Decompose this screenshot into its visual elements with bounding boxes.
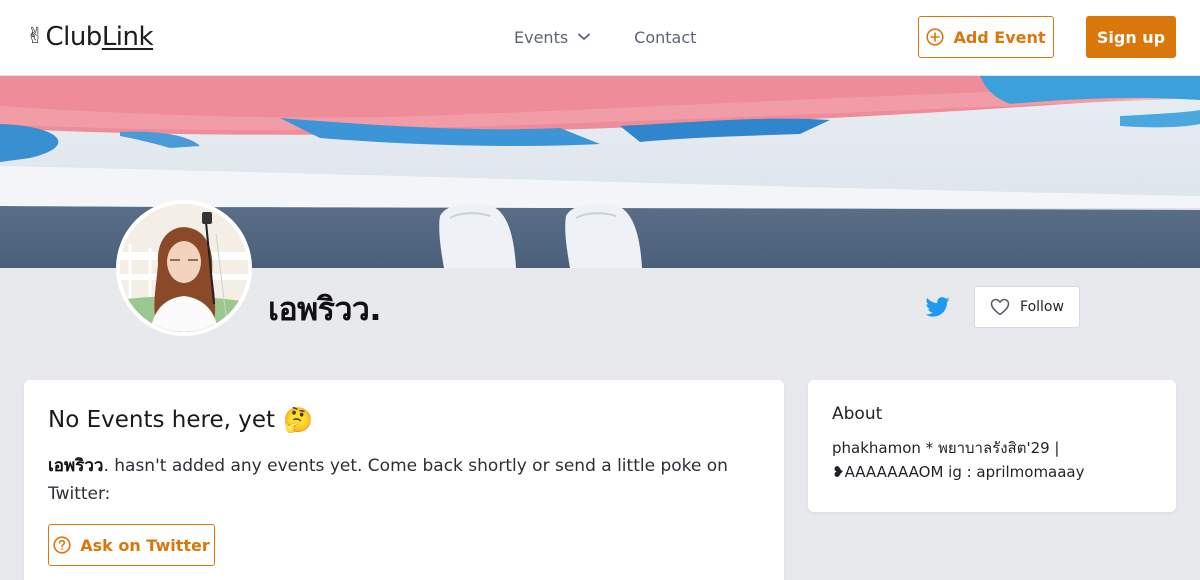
events-title-text: No Events here, yet	[48, 407, 276, 433]
twitter-icon[interactable]	[926, 296, 950, 318]
profile-name: เอพริวว.	[268, 290, 382, 328]
follow-label: Follow	[1020, 299, 1064, 315]
about-bio-text: phakhamon * พยาบาลรังสิต'29 | ❥AAAAAAAOM…	[832, 439, 1085, 481]
events-message-rest: . hasn't added any events yet. Come back…	[48, 456, 728, 504]
sign-up-label: Sign up	[1096, 27, 1166, 47]
plus-circle-icon	[926, 28, 945, 46]
ask-on-twitter-button[interactable]: Ask on Twitter	[48, 524, 215, 566]
heart-icon	[990, 298, 1010, 316]
clublink-logo[interactable]: ✌ ClubLink	[26, 20, 154, 54]
follow-button[interactable]: Follow	[974, 286, 1080, 328]
nav-contact-link[interactable]: Contact	[634, 24, 696, 50]
thinking-face-icon: 🤔	[283, 406, 313, 434]
events-empty-title: No Events here, yet 🤔	[48, 404, 760, 436]
logo-wordmark: ClubLink	[45, 24, 153, 50]
nav-contact-label: Contact	[634, 27, 697, 47]
main-nav: Events Contact	[514, 24, 696, 50]
question-circle-icon	[53, 536, 71, 554]
chevron-down-icon	[578, 33, 591, 40]
ask-on-twitter-label: Ask on Twitter	[80, 535, 210, 555]
nav-events-dropdown[interactable]: Events	[514, 24, 591, 50]
add-event-label: Add Event	[953, 27, 1046, 47]
logo-link-text: Link	[101, 22, 154, 52]
nav-events-label: Events	[514, 27, 569, 47]
about-title: About	[832, 404, 883, 424]
sign-up-button[interactable]: Sign up	[1086, 16, 1176, 58]
events-message-name: เอพริวว	[48, 456, 104, 476]
events-card: No Events here, yet 🤔 เอพริวว. hasn't ad…	[24, 380, 784, 580]
about-card: About phakhamon * พยาบาลรังสิต'29 | ❥AAA…	[808, 380, 1176, 512]
victory-hand-icon: ✌	[26, 24, 45, 49]
add-event-button[interactable]: Add Event	[918, 16, 1054, 58]
events-empty-message: เอพริวว. hasn't added any events yet. Co…	[48, 452, 728, 508]
top-navbar: ✌ ClubLink Events Contact Add Event Sign…	[0, 0, 1200, 76]
logo-club-text: Club	[45, 22, 102, 52]
profile-avatar	[116, 200, 252, 336]
